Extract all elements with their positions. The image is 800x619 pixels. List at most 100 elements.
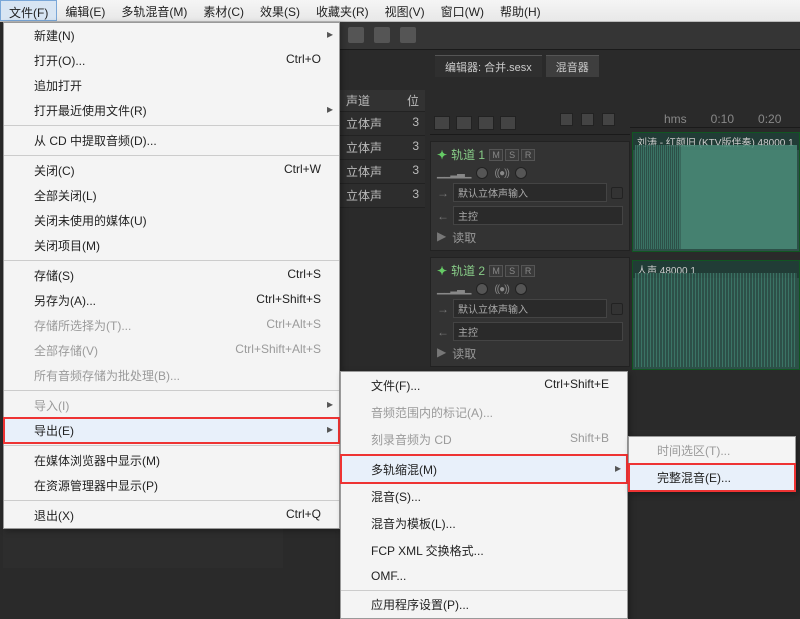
output-dropdown[interactable]: 主控 — [453, 322, 623, 341]
submenu-arrow-icon: ▸ — [327, 397, 333, 411]
file-menu-item[interactable]: 存储(S)Ctrl+S — [4, 260, 339, 288]
menu-label: 混音为模板(L)... — [371, 515, 456, 532]
input-dropdown[interactable]: 默认立体声输入 — [453, 299, 607, 318]
file-menu-item[interactable]: 追加打开 — [4, 73, 339, 98]
menu-view[interactable]: 视图(V) — [377, 0, 433, 21]
menu-label: 追加打开 — [34, 77, 82, 94]
tab-mixer[interactable]: 混音器 — [546, 55, 599, 77]
tool-icon[interactable] — [400, 27, 416, 43]
send-button[interactable] — [478, 116, 494, 130]
pan-knob[interactable] — [515, 283, 527, 295]
timeline-ruler[interactable]: hms 0:10 0:20 0:30 — [630, 112, 800, 128]
expand-icon[interactable]: ✦ — [437, 148, 447, 162]
editor-tabs: 编辑器: 合并.sesx 混音器 — [435, 55, 599, 77]
solo-button[interactable]: S — [505, 265, 519, 277]
export-menu-item[interactable]: FCP XML 交换格式... — [341, 537, 627, 564]
menu-label: OMF... — [371, 569, 406, 583]
stereo-label: 立体声 — [346, 187, 382, 204]
menu-shortcut: Ctrl+O — [286, 52, 321, 69]
submenu-arrow-icon: ▸ — [327, 102, 333, 116]
file-menu-item[interactable]: 在媒体浏览器中显示(M) — [4, 445, 339, 473]
menu-multitrack[interactable]: 多轨混音(M) — [113, 0, 195, 21]
menu-label: 退出(X) — [34, 507, 74, 524]
menu-favorites[interactable]: 收藏夹(R) — [308, 0, 377, 21]
expand-icon[interactable]: ✦ — [437, 264, 447, 278]
audio-clip-vocal[interactable]: 人声 48000 1 — [632, 260, 800, 370]
menu-label: FCP XML 交换格式... — [371, 542, 484, 559]
export-menu-item[interactable]: 多轨缩混(M)▸ — [341, 455, 627, 483]
menu-window[interactable]: 窗口(W) — [433, 0, 492, 21]
file-menu-item[interactable]: 关闭(C)Ctrl+W — [4, 155, 339, 183]
fx-button[interactable] — [456, 116, 472, 130]
track-name[interactable]: 轨道 1 — [451, 146, 485, 163]
pan-knob[interactable] — [515, 167, 527, 179]
file-menu-item[interactable]: 导出(E)▸ — [4, 418, 339, 443]
mixdown-menu-item[interactable]: 完整混音(E)... — [629, 464, 795, 491]
automation-mode[interactable]: 读取 — [452, 345, 476, 362]
export-menu-item[interactable]: 混音为模板(L)... — [341, 510, 627, 537]
menu-shortcut: Ctrl+W — [284, 162, 321, 179]
tool-icon[interactable] — [348, 27, 364, 43]
menu-edit[interactable]: 编辑(E) — [57, 0, 113, 21]
menu-effects[interactable]: 效果(S) — [252, 0, 308, 21]
file-menu-item[interactable]: 打开最近使用文件(R)▸ — [4, 98, 339, 123]
file-menu-item[interactable]: 打开(O)... Ctrl+O — [4, 48, 339, 73]
automation-toggle-icon[interactable]: ▶ — [437, 229, 446, 246]
record-button[interactable]: R — [521, 265, 535, 277]
menu-clip[interactable]: 素材(C) — [195, 0, 252, 21]
time-tick: 0:20 — [758, 112, 781, 127]
export-menu-item[interactable]: OMF... — [341, 564, 627, 588]
tool-icon[interactable] — [374, 27, 390, 43]
automation-mode[interactable]: 读取 — [452, 229, 476, 246]
export-menu-item[interactable]: 混音(S)... — [341, 483, 627, 510]
input-arrow-icon: → — [437, 186, 449, 200]
mute-button[interactable]: M — [489, 149, 503, 161]
file-menu-item[interactable]: 全部关闭(L) — [4, 183, 339, 208]
track-name[interactable]: 轨道 2 — [451, 262, 485, 279]
snap-icon[interactable] — [560, 113, 573, 126]
file-menu-item[interactable]: 从 CD 中提取音频(D)... — [4, 125, 339, 153]
automation-toggle-icon[interactable]: ▶ — [437, 345, 446, 362]
bit-value: 3 — [412, 139, 419, 156]
menu-label: 存储所选择为(T)... — [34, 317, 131, 334]
fx-button[interactable] — [434, 116, 450, 130]
input-dropdown[interactable]: 默认立体声输入 — [453, 183, 607, 202]
toolbar — [340, 22, 800, 50]
eq-button[interactable] — [500, 116, 516, 130]
mute-button[interactable]: M — [489, 265, 503, 277]
input-monitor-button[interactable] — [611, 187, 623, 199]
audio-clip-backing[interactable]: 刘涛 - 红颜旧 (KTV版伴奏) 48000 1 — [632, 132, 800, 252]
file-menu-item[interactable]: 另存为(A)...Ctrl+Shift+S — [4, 288, 339, 313]
zoom-icon[interactable] — [581, 113, 594, 126]
output-arrow-icon: ← — [437, 209, 449, 223]
volume-meter: ▁▁▂▃▁ — [437, 168, 470, 179]
volume-knob[interactable] — [476, 167, 488, 179]
export-menu-item[interactable]: 应用程序设置(P)... — [341, 590, 627, 618]
file-menu-item[interactable]: 关闭项目(M) — [4, 233, 339, 258]
submenu-arrow-icon: ▸ — [615, 461, 621, 475]
menu-label: 关闭项目(M) — [34, 237, 100, 254]
file-menu: 新建(N) ▸ 打开(O)... Ctrl+O 追加打开打开最近使用文件(R)▸从 CD… — [3, 22, 340, 529]
output-dropdown[interactable]: 主控 — [453, 206, 623, 225]
export-submenu: 文件(F)...Ctrl+Shift+E音频范围内的标记(A)...刻录音频为 … — [340, 371, 628, 619]
volume-knob[interactable] — [476, 283, 488, 295]
record-button[interactable]: R — [521, 149, 535, 161]
file-menu-item[interactable]: 新建(N) ▸ — [4, 23, 339, 48]
export-menu-item: 音频范围内的标记(A)... — [341, 399, 627, 426]
export-menu-item[interactable]: 文件(F)...Ctrl+Shift+E — [341, 372, 627, 399]
menu-label: 混音(S)... — [371, 488, 421, 505]
menu-file[interactable]: 文件(F) — [0, 0, 57, 21]
input-monitor-button[interactable] — [611, 303, 623, 315]
tab-editor[interactable]: 编辑器: 合并.sesx — [435, 55, 542, 77]
menubar: 文件(F) 编辑(E) 多轨混音(M) 素材(C) 效果(S) 收藏夹(R) 视… — [0, 0, 800, 22]
menu-label: 新建(N) — [34, 27, 75, 44]
tool-icon[interactable] — [602, 113, 615, 126]
file-menu-item[interactable]: 关闭未使用的媒体(U) — [4, 208, 339, 233]
submenu-arrow-icon: ▸ — [327, 27, 333, 41]
file-menu-item[interactable]: 在资源管理器中显示(P) — [4, 473, 339, 498]
menu-label: 打开(O)... — [34, 52, 85, 69]
menu-help[interactable]: 帮助(H) — [492, 0, 549, 21]
menu-shortcut: Ctrl+Q — [286, 507, 321, 524]
solo-button[interactable]: S — [505, 149, 519, 161]
file-menu-item[interactable]: 退出(X) Ctrl+Q — [4, 500, 339, 528]
